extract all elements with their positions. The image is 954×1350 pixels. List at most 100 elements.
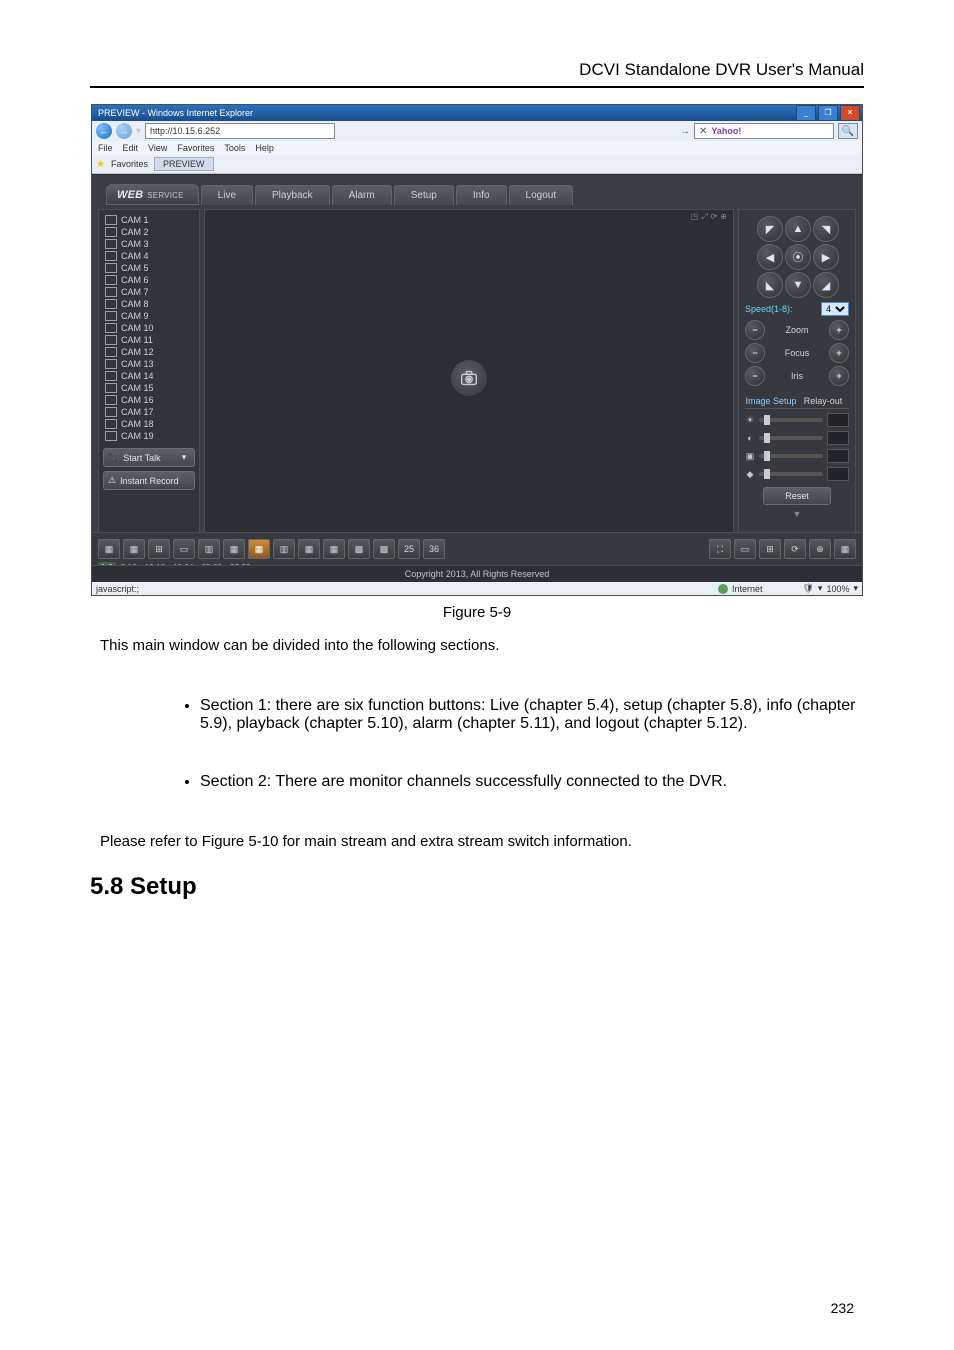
dropdown-arrow-icon[interactable]: ▾ [136, 126, 141, 137]
grid-layout-button[interactable]: ▦ [98, 539, 120, 559]
zoom-in-button[interactable]: + [829, 320, 849, 340]
grid-layout-button[interactable]: ▥ [198, 539, 220, 559]
tab-info[interactable]: Info [456, 185, 507, 205]
grid-layout-button[interactable]: 36 [423, 539, 445, 559]
ptz-up-right[interactable]: ◥ [813, 216, 839, 242]
fullscreen-button[interactable]: ⛶ [709, 539, 731, 559]
channel-item[interactable]: CAM 2 [99, 226, 199, 238]
search-input[interactable]: ✕ Yahoo! [694, 123, 834, 139]
contrast-slider[interactable] [759, 436, 823, 440]
channel-item[interactable]: CAM 7 [99, 286, 199, 298]
ptz-down-left[interactable]: ◣ [757, 272, 783, 298]
brightness-slider[interactable] [759, 418, 823, 422]
menu-edit[interactable]: Edit [123, 143, 139, 153]
tab-live[interactable]: Live [201, 185, 253, 205]
forward-button[interactable]: → [116, 123, 132, 139]
channel-item[interactable]: CAM 1 [99, 214, 199, 226]
back-button[interactable]: ← [96, 123, 112, 139]
saturation-slider[interactable] [759, 454, 823, 458]
channel-item[interactable]: CAM 15 [99, 382, 199, 394]
go-arrow-icon[interactable]: → [680, 126, 690, 137]
menu-file[interactable]: File [98, 143, 113, 153]
url-input[interactable]: http://10.15.6.252 [145, 123, 335, 139]
video-preview-area[interactable]: ◳ ⤢ ⟳ ⊕ [204, 209, 734, 546]
tab-setup[interactable]: Setup [394, 185, 454, 205]
channel-item[interactable]: CAM 3 [99, 238, 199, 250]
quality-button[interactable]: ▭ [734, 539, 756, 559]
channel-item[interactable]: CAM 5 [99, 262, 199, 274]
grid-layout-button[interactable]: ▭ [173, 539, 195, 559]
expand-panel-icon[interactable]: ▼ [745, 509, 849, 519]
grid-layout-button[interactable]: ▦ [223, 539, 245, 559]
ptz-left[interactable]: ◀ [757, 244, 783, 270]
tab-logout[interactable]: Logout [509, 185, 574, 205]
browser-menu-bar: File Edit View Favorites Tools Help [92, 141, 862, 155]
channel-item[interactable]: CAM 4 [99, 250, 199, 262]
grid-layout-button-active[interactable]: ▦ [248, 539, 270, 559]
channel-item[interactable]: CAM 13 [99, 358, 199, 370]
menu-view[interactable]: View [148, 143, 167, 153]
grid-layout-button[interactable]: ▥ [273, 539, 295, 559]
channel-item[interactable]: CAM 16 [99, 394, 199, 406]
tab-alarm[interactable]: Alarm [332, 185, 392, 205]
tab-playback[interactable]: Playback [255, 185, 330, 205]
grid-layout-button[interactable]: ▦ [323, 539, 345, 559]
menu-favorites[interactable]: Favorites [177, 143, 214, 153]
snapshot-button[interactable]: ▦ [834, 539, 856, 559]
channel-item[interactable]: CAM 19 [99, 430, 199, 442]
channel-item[interactable]: CAM 11 [99, 334, 199, 346]
fluency-button[interactable]: ⊞ [759, 539, 781, 559]
menu-help[interactable]: Help [255, 143, 274, 153]
window-maximize-button[interactable]: ❐ [818, 105, 838, 121]
zoom-out-button[interactable]: − [745, 320, 765, 340]
monitor-icon [105, 347, 117, 357]
instant-record-button[interactable]: ⚠ Instant Record [103, 471, 195, 490]
overlay-icon[interactable]: ⊕ [720, 212, 727, 222]
channel-item[interactable]: CAM 6 [99, 274, 199, 286]
grid-layout-button[interactable]: ⊞ [148, 539, 170, 559]
refresh-button[interactable]: ⟳ [784, 539, 806, 559]
focus-in-button[interactable]: + [829, 343, 849, 363]
ptz-up[interactable]: ▲ [785, 216, 811, 242]
overlay-icon[interactable]: ⟳ [711, 212, 718, 222]
ptz-direction-pad: ◤ ▲ ◥ ◀ ⦿ ▶ ◣ ▼ ◢ [745, 216, 849, 296]
browser-tab[interactable]: PREVIEW [154, 157, 214, 171]
hue-slider[interactable] [759, 472, 823, 476]
tab-image-setup[interactable]: Image Setup [745, 394, 797, 408]
iris-open-button[interactable]: + [829, 366, 849, 386]
ptz-up-left[interactable]: ◤ [757, 216, 783, 242]
tab-relay-out[interactable]: Relay-out [797, 394, 849, 408]
contrast-value [827, 431, 849, 445]
menu-tools[interactable]: Tools [224, 143, 245, 153]
start-talk-button[interactable]: 📞 Start Talk ▾ [103, 448, 195, 467]
grid-layout-button[interactable]: ▦ [298, 539, 320, 559]
window-minimize-button[interactable]: _ [796, 105, 816, 121]
overlay-icon[interactable]: ◳ [691, 212, 699, 222]
zoom-level[interactable]: 100% [826, 584, 849, 594]
channel-item[interactable]: CAM 8 [99, 298, 199, 310]
channel-item[interactable]: CAM 18 [99, 418, 199, 430]
ptz-right[interactable]: ▶ [813, 244, 839, 270]
chevron-down-icon[interactable]: ▾ [178, 452, 190, 463]
grid-layout-button[interactable]: ▩ [348, 539, 370, 559]
channel-item[interactable]: CAM 10 [99, 322, 199, 334]
close-all-button[interactable]: ⊕ [809, 539, 831, 559]
focus-out-button[interactable]: − [745, 343, 765, 363]
ptz-center[interactable]: ⦿ [785, 244, 811, 270]
ptz-down-right[interactable]: ◢ [813, 272, 839, 298]
overlay-icon[interactable]: ⤢ [701, 212, 707, 222]
search-button[interactable]: 🔍 [838, 123, 858, 139]
window-close-button[interactable]: ✕ [840, 105, 860, 121]
iris-close-button[interactable]: − [745, 366, 765, 386]
favorites-star-icon[interactable]: ★ [96, 159, 105, 170]
grid-layout-button[interactable]: 25 [398, 539, 420, 559]
grid-layout-button[interactable]: ▩ [373, 539, 395, 559]
channel-item[interactable]: CAM 12 [99, 346, 199, 358]
speed-select[interactable]: 4 [821, 302, 849, 316]
grid-layout-button[interactable]: ▦ [123, 539, 145, 559]
channel-item[interactable]: CAM 14 [99, 370, 199, 382]
channel-item[interactable]: CAM 9 [99, 310, 199, 322]
ptz-down[interactable]: ▼ [785, 272, 811, 298]
reset-button[interactable]: Reset [763, 487, 831, 505]
channel-item[interactable]: CAM 17 [99, 406, 199, 418]
